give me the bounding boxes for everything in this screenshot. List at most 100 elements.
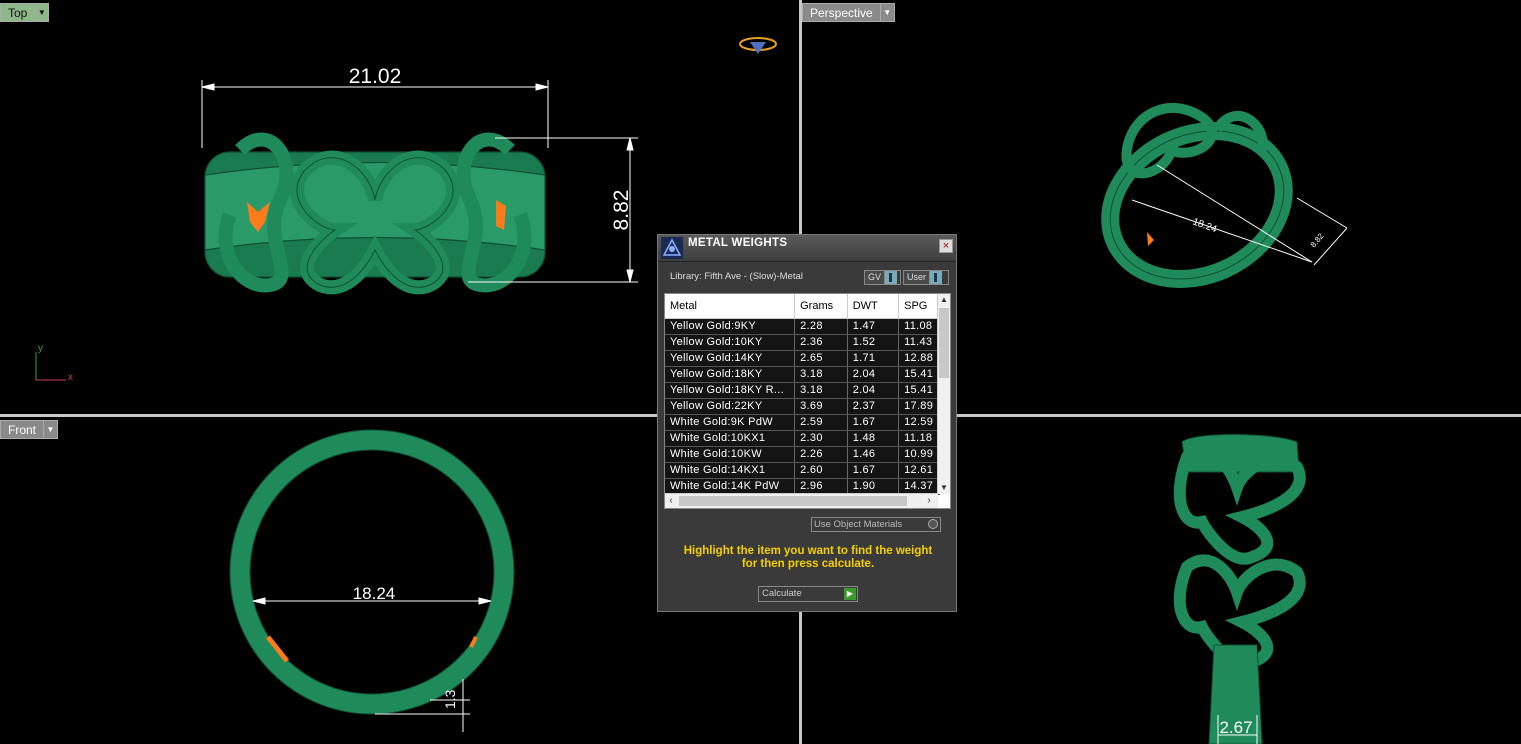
persp-dim-diameter: 18.24 (1191, 216, 1219, 235)
spg-cell: 15.41 (898, 366, 940, 383)
metal-cell: White Gold:10KX1 (665, 430, 796, 447)
metal-cell: Yellow Gold:18KY R... (665, 382, 796, 399)
dwt-cell: 1.71 (847, 350, 900, 367)
hint-line-2: for then press calculate. (741, 558, 875, 570)
dwt-cell: 1.52 (847, 334, 900, 351)
scrollbar-thumb[interactable] (939, 308, 949, 378)
gv-toggle-label: GV (865, 271, 885, 284)
dwt-cell: 2.04 (847, 382, 900, 399)
viewport-name[interactable]: Top (0, 3, 36, 22)
spg-cell: 11.18 (898, 430, 940, 447)
grams-cell: 2.59 (794, 414, 848, 431)
front-viewport-label[interactable]: Front ▼ (0, 420, 59, 439)
metal-cell: Yellow Gold:14KY (665, 350, 796, 367)
dwt-cell: 1.46 (847, 446, 900, 463)
table-row[interactable]: Yellow Gold:10KY 2.36 1.52 11.43 (665, 334, 940, 351)
scroll-right-icon[interactable]: › (923, 494, 935, 508)
use-object-materials-option[interactable]: Use Object Materials (811, 517, 941, 532)
library-label: Library: Fifth Ave - (Slow)-Metal (670, 271, 803, 282)
scroll-left-icon[interactable]: ‹ (665, 494, 677, 508)
dwt-cell: 1.47 (847, 318, 900, 335)
viewport-name[interactable]: Front (0, 420, 45, 439)
metal-cell: Yellow Gold:22KY (665, 398, 796, 415)
toggle-switch-icon[interactable] (929, 271, 943, 284)
app-logo-icon (661, 237, 683, 259)
column-header-spg[interactable]: SPG (898, 294, 940, 319)
spg-cell: 10.99 (898, 446, 940, 463)
play-icon[interactable]: ▶ (844, 588, 856, 600)
user-toggle-label: User (904, 271, 930, 284)
perspective-viewport-label[interactable]: Perspective ▼ (802, 3, 895, 22)
front-dim-diameter: 18.24 (353, 584, 396, 603)
dialog-hint: Highlight the item you want to find the … (668, 545, 948, 571)
dwt-cell: 2.04 (847, 366, 900, 383)
dwt-cell: 1.67 (847, 414, 900, 431)
spg-cell: 12.88 (898, 350, 940, 367)
dwt-cell: 2.37 (847, 398, 900, 415)
column-header-metal[interactable]: Metal (665, 294, 796, 319)
grams-cell: 2.36 (794, 334, 848, 351)
table-row[interactable]: Yellow Gold:9KY 2.28 1.47 11.08 (665, 318, 940, 335)
vertical-scrollbar[interactable]: ▲ ▼ (937, 294, 950, 494)
toggle-switch-icon[interactable] (884, 271, 898, 284)
grams-cell: 3.18 (794, 366, 848, 383)
grams-cell: 2.30 (794, 430, 848, 447)
grams-cell: 2.65 (794, 350, 848, 367)
metal-cell: Yellow Gold:10KY (665, 334, 796, 351)
top-viewport-label[interactable]: Top ▼ (0, 3, 50, 22)
spg-cell: 12.61 (898, 462, 940, 479)
grams-cell: 3.18 (794, 382, 848, 399)
dwt-cell: 1.67 (847, 462, 900, 479)
table-row[interactable]: White Gold:14KX1 2.60 1.67 12.61 (665, 462, 940, 479)
dialog-titlebar[interactable]: METAL WEIGHTS × (658, 235, 956, 262)
spg-cell: 17.89 (898, 398, 940, 415)
scrollbar-thumb[interactable] (679, 496, 907, 506)
viewport-name[interactable]: Perspective (802, 3, 881, 22)
table-header-row: Metal Grams DWT SPG (665, 294, 940, 319)
persp-dim-width: 8.82 (1309, 231, 1326, 249)
scroll-up-icon[interactable]: ▲ (938, 294, 950, 306)
table-row[interactable]: Yellow Gold:22KY 3.69 2.37 17.89 (665, 398, 940, 415)
use-object-materials-label: Use Object Materials (814, 519, 903, 530)
table-row[interactable]: White Gold:10KX1 2.30 1.48 11.18 (665, 430, 940, 447)
calculate-button[interactable]: Calculate ▶ (758, 586, 858, 602)
table-row[interactable]: White Gold:9K PdW 2.59 1.67 12.59 (665, 414, 940, 431)
grams-cell: 2.26 (794, 446, 848, 463)
right-dim-shank-width: 2.67 (1219, 718, 1252, 737)
close-icon[interactable]: × (939, 239, 953, 253)
column-header-grams[interactable]: Grams (794, 294, 848, 319)
table-row[interactable]: White Gold:10KW 2.26 1.46 10.99 (665, 446, 940, 463)
gv-toggle[interactable]: GV (864, 270, 901, 285)
chevron-down-icon[interactable]: ▼ (35, 3, 50, 22)
hint-line-1: Highlight the item you want to find the … (683, 545, 933, 557)
metal-cell: Yellow Gold:18KY (665, 366, 796, 383)
table-row[interactable]: Yellow Gold:18KY 3.18 2.04 15.41 (665, 366, 940, 383)
horizontal-scrollbar[interactable]: ‹ › (665, 493, 938, 508)
grams-cell: 2.60 (794, 462, 848, 479)
column-header-dwt[interactable]: DWT (847, 294, 900, 319)
spg-cell: 15.41 (898, 382, 940, 399)
metal-table-container[interactable]: Metal Grams DWT SPG Yellow Gold:9KY 2.28 1… (664, 293, 951, 509)
dialog-title: METAL WEIGHTS (688, 237, 788, 249)
metal-cell: White Gold:9K PdW (665, 414, 796, 431)
calculate-label: Calculate (762, 588, 802, 599)
table-row[interactable]: Yellow Gold:14KY 2.65 1.71 12.88 (665, 350, 940, 367)
user-toggle[interactable]: User (903, 270, 949, 285)
metal-cell: White Gold:10KW (665, 446, 796, 463)
spg-cell: 11.08 (898, 318, 940, 335)
radio-icon[interactable] (928, 519, 938, 529)
table-row[interactable]: Yellow Gold:18KY R... 3.18 2.04 15.41 (665, 382, 940, 399)
scroll-down-icon[interactable]: ▼ (938, 482, 950, 494)
metal-cell: White Gold:14KX1 (665, 462, 796, 479)
chevron-down-icon[interactable]: ▼ (880, 3, 895, 22)
spg-cell: 12.59 (898, 414, 940, 431)
dwt-cell: 1.48 (847, 430, 900, 447)
grams-cell: 2.28 (794, 318, 848, 335)
metal-weights-dialog: METAL WEIGHTS × Library: Fifth Ave - (Sl… (657, 234, 957, 612)
metal-cell: Yellow Gold:9KY (665, 318, 796, 335)
chevron-down-icon[interactable]: ▼ (44, 420, 59, 439)
spg-cell: 11.43 (898, 334, 940, 351)
grams-cell: 3.69 (794, 398, 848, 415)
front-dim-thickness: 1.3 (442, 689, 458, 709)
metal-weights-table: Metal Grams DWT SPG Yellow Gold:9KY 2.28 1… (665, 294, 940, 495)
